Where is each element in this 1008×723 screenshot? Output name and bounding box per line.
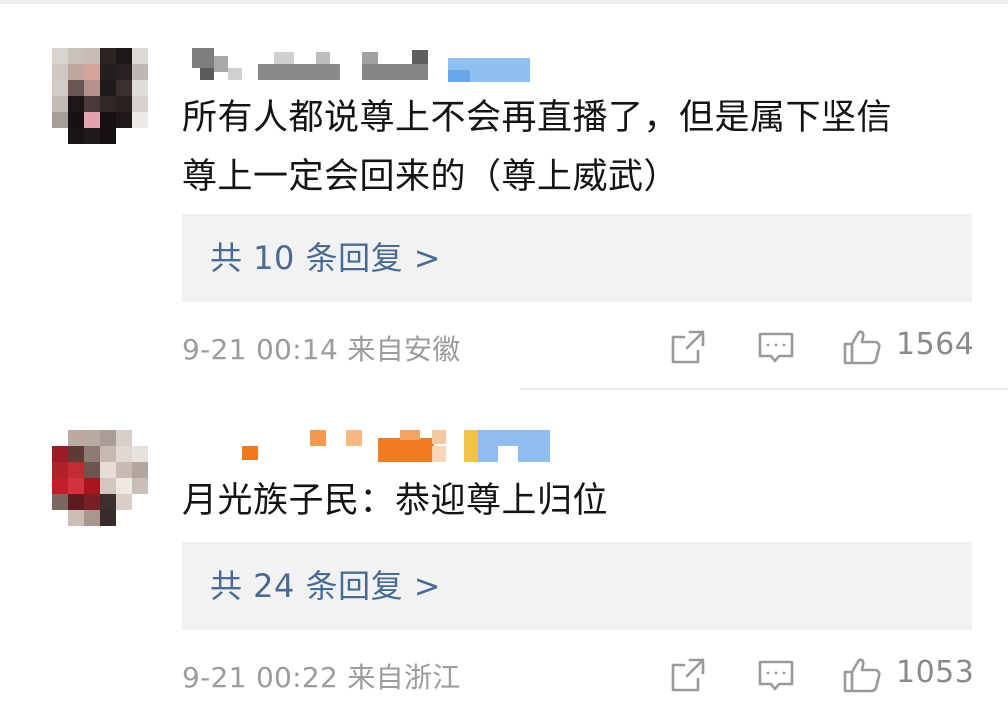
replies-label[interactable]: 共 10 条回复 > [210,214,441,302]
comment-icon[interactable] [756,327,796,367]
view-replies-button[interactable]: 共 24 条回复 > [182,542,972,630]
like-count: 1053 [896,655,975,690]
comment-item: 月光族子民：恭迎尊上归位 共 24 条回复 > 9-21 00:22 来自浙江 [0,390,1008,723]
comment-meta: 9-21 00:22 来自浙江 [182,661,461,694]
comment-text: 所有人都说尊上不会再直播了，但是属下坚信 尊上一定会回来的（尊上威武） [182,89,982,207]
replies-label[interactable]: 共 24 条回复 > [210,542,441,630]
view-replies-button[interactable]: 共 10 条回复 > [182,214,972,302]
username-obscured[interactable] [186,428,550,464]
like-count: 1564 [896,327,975,362]
comment-text-line: 月光族子民：恭迎尊上归位 [182,481,609,521]
comment-icon[interactable] [756,655,796,695]
share-icon[interactable] [668,327,708,367]
comment-text-line: 所有人都说尊上不会再直播了，但是属下坚信 [182,98,893,138]
comment-actions: 1053 [660,651,980,699]
like-icon[interactable] [842,655,882,695]
username-obscured[interactable] [186,48,546,84]
avatar[interactable] [52,430,156,534]
share-icon[interactable] [668,655,708,695]
comment-text-line: 尊上一定会回来的（尊上威武） [182,157,680,197]
comment-actions: 1564 [660,323,980,371]
comment-meta: 9-21 00:14 来自安徽 [182,333,461,366]
avatar[interactable] [52,48,156,152]
comment-text: 月光族子民：恭迎尊上归位 [182,472,982,531]
comment-item: 所有人都说尊上不会再直播了，但是属下坚信 尊上一定会回来的（尊上威武） 共 10… [0,0,1008,390]
like-icon[interactable] [842,327,882,367]
